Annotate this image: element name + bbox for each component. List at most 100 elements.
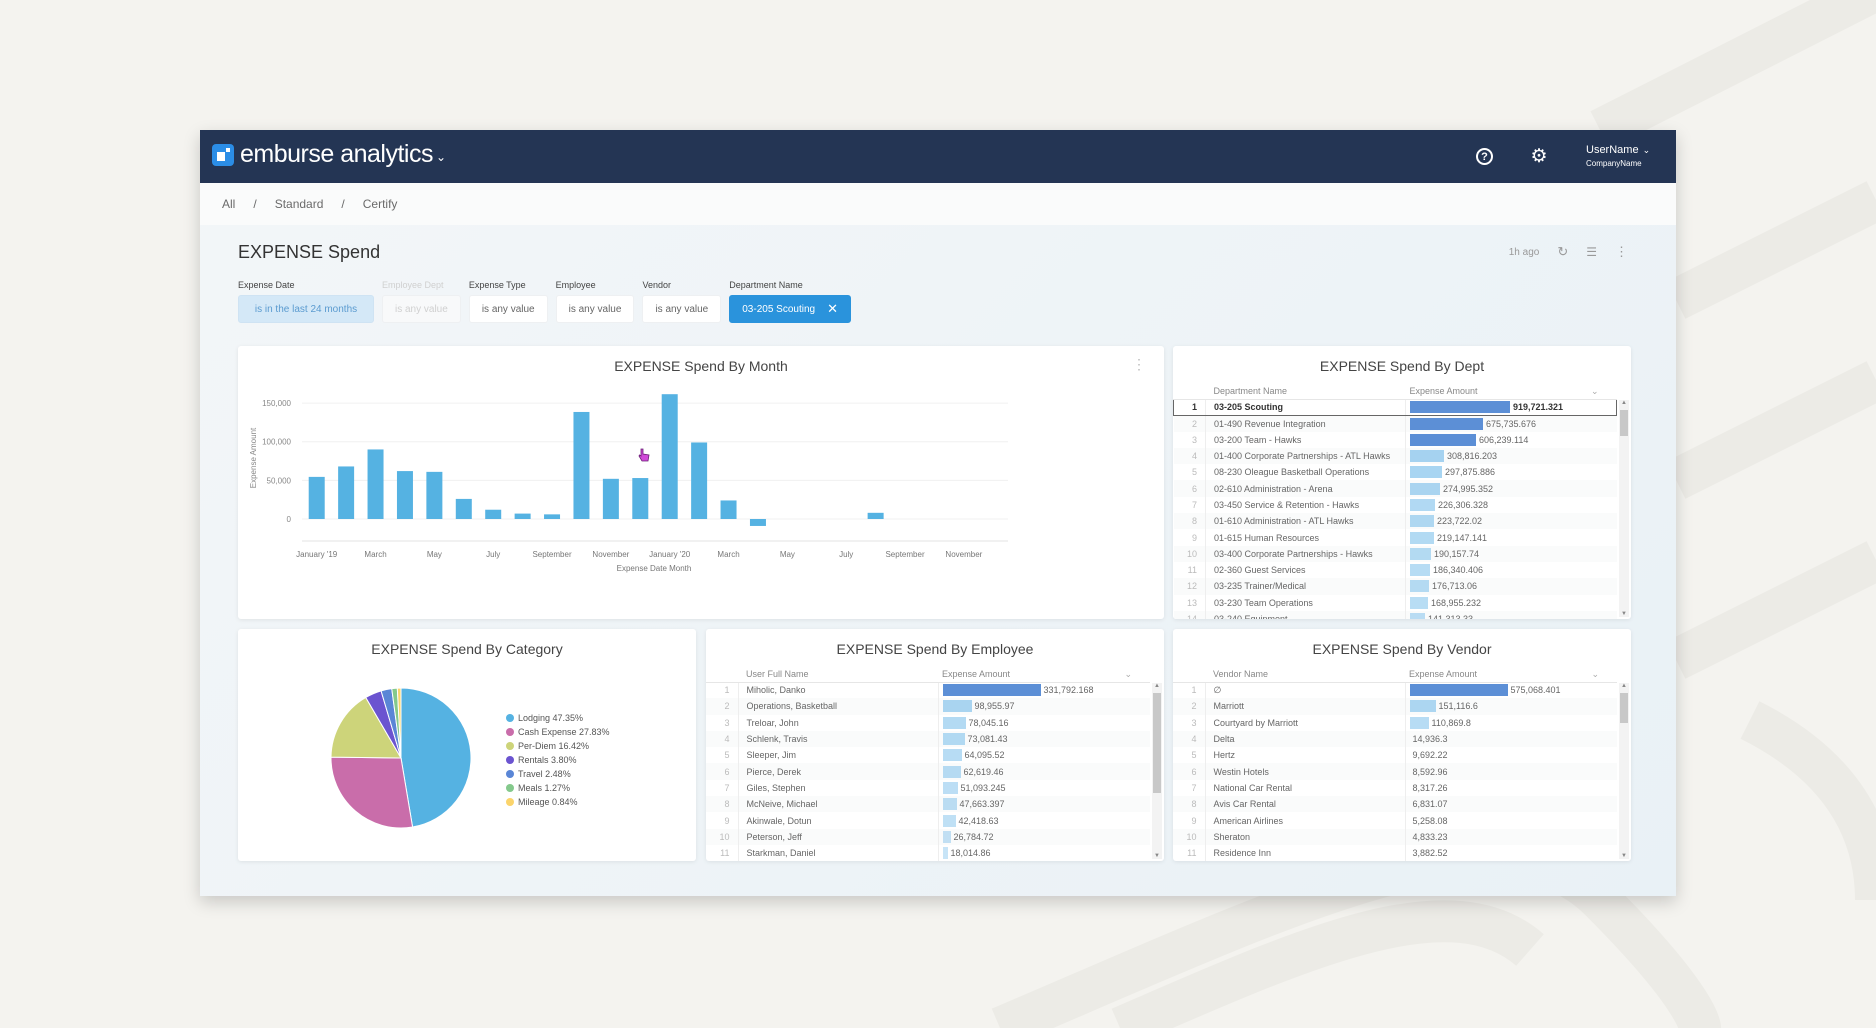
scroll-up-icon[interactable]: ▲ bbox=[1619, 683, 1629, 689]
filter-vendor-value[interactable]: is any value bbox=[642, 295, 722, 323]
table-header-row: Department Name Expense Amount ⌄ bbox=[1173, 384, 1617, 400]
scrollbar[interactable]: ▲ ▼ bbox=[1152, 683, 1162, 859]
table-row[interactable]: 5 Sleeper, Jim 64,095.52 bbox=[706, 747, 1150, 764]
scroll-down-icon[interactable]: ▼ bbox=[1619, 853, 1629, 859]
table-row[interactable]: 8 01-610 Administration - ATL Hawks 223,72… bbox=[1173, 513, 1617, 530]
column-header-name[interactable]: Department Name bbox=[1205, 384, 1406, 400]
scrollbar[interactable]: ▲ ▼ bbox=[1619, 683, 1629, 859]
table-row[interactable]: 6 02-610 Administration - Arena 274,995.35… bbox=[1173, 480, 1617, 497]
table-row[interactable]: 11 Starkman, Daniel 18,014.86 bbox=[706, 844, 1150, 861]
table-row[interactable]: 5 Hertz 9,692.22 bbox=[1173, 747, 1617, 764]
column-header-amount[interactable]: Expense Amount ⌄ bbox=[938, 667, 1150, 683]
table-row[interactable]: 14 03-240 Equipment 141,313.33 bbox=[1173, 610, 1617, 619]
table-row[interactable]: 3 Courtyard by Marriott 110,869.8 bbox=[1173, 714, 1617, 731]
panel-spend-by-employee: EXPENSE Spend By Employee User Full Name… bbox=[706, 629, 1164, 861]
legend-item[interactable]: Cash Expense 27.83% bbox=[506, 725, 610, 739]
filter-expense-type-value[interactable]: is any value bbox=[468, 295, 548, 323]
bar-cell: 226,306.328 bbox=[1410, 498, 1617, 511]
amount-value: 8,592.96 bbox=[1412, 766, 1448, 777]
table-row[interactable]: 2 Operations, Basketball 98,955.97 bbox=[706, 698, 1150, 715]
legend-swatch bbox=[506, 798, 514, 806]
table-row[interactable]: 7 03-450 Service & Retention - Hawks 226,3… bbox=[1173, 496, 1617, 514]
table-row[interactable]: 10 03-400 Corporate Partnerships - Hawks 1… bbox=[1173, 545, 1617, 562]
emburse-logo-icon[interactable] bbox=[212, 144, 234, 166]
table-row[interactable]: 7 Giles, Stephen 51,093.245 bbox=[706, 779, 1150, 797]
amount-value: 223,722.02 bbox=[1437, 516, 1483, 527]
table-row[interactable]: 13 03-230 Team Operations 168,955.232 bbox=[1173, 594, 1617, 611]
table-row[interactable]: 2 01-490 Revenue Integration 675,735.676 bbox=[1173, 415, 1617, 432]
column-header-amount[interactable]: Expense Amount ⌄ bbox=[1405, 384, 1617, 400]
column-header-amount[interactable]: Expense Amount ⌄ bbox=[1405, 667, 1617, 683]
table-row[interactable]: 7 National Car Rental 8,317.26 bbox=[1173, 779, 1617, 797]
value-bar bbox=[942, 684, 1041, 697]
filter-label: Vendor bbox=[642, 280, 671, 290]
table-row[interactable]: 12 03-235 Trainer/Medical 176,713.06 bbox=[1173, 578, 1617, 595]
more-icon[interactable]: ⋮ bbox=[1615, 244, 1628, 260]
sort-chevron-icon[interactable]: ⌄ bbox=[1591, 386, 1599, 397]
table-row[interactable]: 3 Treloar, John 78,045.16 bbox=[706, 714, 1150, 731]
column-header-name[interactable]: User Full Name bbox=[738, 667, 938, 683]
sort-chevron-icon[interactable]: ⌄ bbox=[1124, 669, 1132, 680]
filter-employee-value[interactable]: is any value bbox=[555, 295, 635, 323]
app-switcher[interactable]: emburse analytics ⌄ bbox=[240, 140, 446, 169]
gear-icon[interactable]: ⚙ bbox=[1529, 146, 1549, 167]
breadcrumb-certify[interactable]: Certify bbox=[363, 197, 398, 211]
scroll-down-icon[interactable]: ▼ bbox=[1619, 611, 1629, 617]
table-row[interactable]: 4 Schlenk, Travis 73,081.43 bbox=[706, 730, 1150, 748]
filter-department-name-value[interactable]: 03-205 Scouting ✕ bbox=[729, 295, 851, 323]
row-name: 03-200 Team - Hawks bbox=[1205, 431, 1406, 448]
scrollbar-thumb[interactable] bbox=[1620, 693, 1628, 723]
scroll-up-icon[interactable]: ▲ bbox=[1619, 400, 1629, 406]
table-row[interactable]: 8 Avis Car Rental 6,831.07 bbox=[1173, 796, 1617, 813]
more-icon[interactable]: ⋮ bbox=[1132, 356, 1146, 373]
scrollbar[interactable]: ▲ ▼ bbox=[1619, 400, 1629, 617]
filter-employee-dept-value[interactable]: is any value bbox=[382, 295, 461, 323]
value-bar bbox=[1410, 596, 1428, 609]
table-row[interactable]: 2 Marriott 151,116.6 bbox=[1173, 698, 1617, 715]
table-row[interactable]: 10 Peterson, Jeff 26,784.72 bbox=[706, 828, 1150, 845]
table-row[interactable]: 4 01-400 Corporate Partnerships - ATL Haw… bbox=[1173, 447, 1617, 465]
table-row[interactable]: 11 Residence Inn 3,882.52 bbox=[1173, 844, 1617, 861]
table-row[interactable]: 10 Sheraton 4,833.23 bbox=[1173, 828, 1617, 845]
table-row[interactable]: 9 01-615 Human Resources 219,147.141 bbox=[1173, 529, 1617, 546]
filter-icon[interactable]: ☰ bbox=[1586, 245, 1597, 259]
last-updated: 1h ago bbox=[1508, 246, 1540, 258]
breadcrumb-all[interactable]: All bbox=[222, 197, 235, 211]
help-icon[interactable]: ? bbox=[1476, 148, 1493, 165]
scroll-down-icon[interactable]: ▼ bbox=[1152, 853, 1162, 859]
legend-item[interactable]: Lodging 47.35% bbox=[506, 711, 610, 725]
table-row[interactable]: 9 American Airlines 5,258.08 bbox=[1173, 812, 1617, 829]
row-name: 01-615 Human Resources bbox=[1205, 529, 1406, 546]
value-bar bbox=[1409, 716, 1429, 729]
legend-item[interactable]: Rentals 3.80% bbox=[506, 753, 610, 767]
row-name: Miholic, Danko bbox=[738, 682, 939, 699]
row-amount: 308,816.203 bbox=[1405, 447, 1617, 465]
legend-item[interactable]: Mileage 0.84% bbox=[506, 795, 610, 809]
table-row[interactable]: 8 McNeive, Michael 47,663.397 bbox=[706, 796, 1150, 813]
filter-expense-date-value[interactable]: is in the last 24 months bbox=[238, 295, 374, 323]
scrollbar-thumb[interactable] bbox=[1620, 410, 1628, 436]
close-icon[interactable]: ✕ bbox=[827, 301, 838, 317]
table-row[interactable]: 1 ∅ 575,068.401 bbox=[1173, 682, 1617, 699]
scrollbar-thumb[interactable] bbox=[1153, 693, 1161, 793]
table-row[interactable]: 1 Miholic, Danko 331,792.168 bbox=[706, 682, 1150, 699]
table-row[interactable]: 3 03-200 Team - Hawks 606,239.114 bbox=[1173, 431, 1617, 448]
table-row[interactable]: 1 03-205 Scouting 919,721.321 bbox=[1173, 398, 1617, 416]
breadcrumb-standard[interactable]: Standard bbox=[275, 197, 324, 211]
legend-item[interactable]: Travel 2.48% bbox=[506, 767, 610, 781]
table-row[interactable]: 4 Delta 14,936.3 bbox=[1173, 730, 1617, 748]
table-row[interactable]: 11 02-360 Guest Services 186,340.406 bbox=[1173, 561, 1617, 579]
user-menu[interactable]: UserName ⌄ CompanyName bbox=[1586, 144, 1650, 168]
scroll-up-icon[interactable]: ▲ bbox=[1152, 683, 1162, 689]
panel-spend-by-month: EXPENSE Spend By Month ⋮ 0 50,000 100,000 1… bbox=[238, 346, 1164, 619]
table-row[interactable]: 6 Pierce, Derek 62,619.46 bbox=[706, 763, 1150, 780]
column-header-name[interactable]: Vendor Name bbox=[1205, 667, 1405, 683]
dept-table: Department Name Expense Amount ⌄ 1 03-205 … bbox=[1173, 384, 1617, 619]
table-row[interactable]: 5 08-230 Oleague Basketball Operations 297… bbox=[1173, 464, 1617, 481]
refresh-icon[interactable]: ↻ bbox=[1557, 244, 1568, 260]
table-row[interactable]: 9 Akinwale, Dotun 42,418.63 bbox=[706, 812, 1150, 829]
sort-chevron-icon[interactable]: ⌄ bbox=[1591, 669, 1599, 680]
legend-item[interactable]: Per-Diem 16.42% bbox=[506, 739, 610, 753]
table-row[interactable]: 6 Westin Hotels 8,592.96 bbox=[1173, 763, 1617, 780]
legend-item[interactable]: Meals 1.27% bbox=[506, 781, 610, 795]
